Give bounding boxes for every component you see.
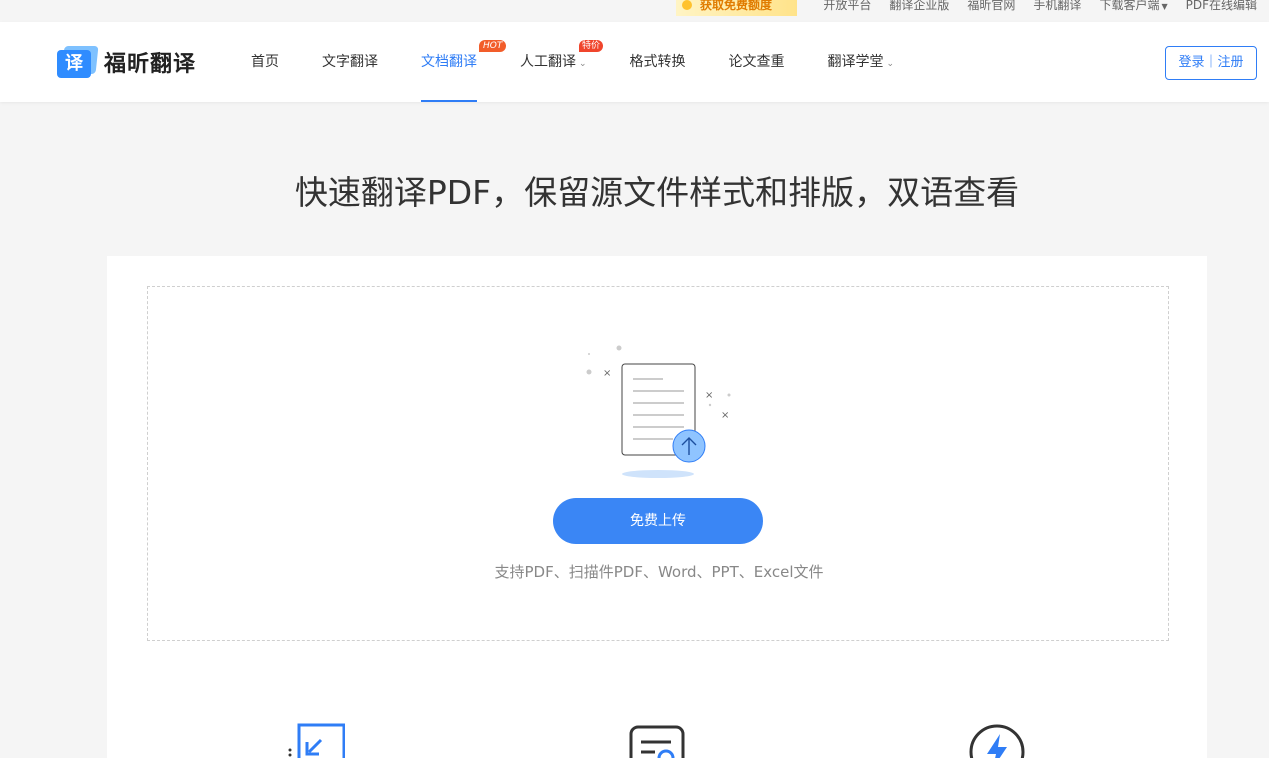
hot-badge: HOT xyxy=(479,40,507,52)
utility-links: 开放平台 翻译企业版 福昕官网 手机翻译 下载客户端 ▼ PDF在线编辑 xyxy=(823,0,1257,18)
nav-item-doc-translate[interactable]: 文档翻译 HOT xyxy=(421,22,507,102)
supported-formats-text: 支持PDF、扫描件PDF、Word、PPT、Excel文件 xyxy=(494,563,824,581)
chevron-down-icon: ⌄ xyxy=(579,59,587,69)
logo-icon: 译 xyxy=(57,46,99,78)
nav-label: 论文查重 xyxy=(728,54,785,70)
nav-label: 文字翻译 xyxy=(322,54,378,70)
svg-text:×: × xyxy=(721,410,729,421)
login-register-button[interactable]: 登录｜注册 xyxy=(1165,46,1257,80)
util-link-download[interactable]: 下载客户端 ▼ xyxy=(1099,0,1167,18)
util-link-download-label: 下载客户端 xyxy=(1099,0,1160,12)
util-link-pdf-editor[interactable]: PDF在线编辑 xyxy=(1186,0,1257,18)
svg-text:×: × xyxy=(705,390,713,401)
top-utility-bar: 获取免费额度 开放平台 翻译企业版 福昕官网 手机翻译 下载客户端 ▼ PDF在线… xyxy=(0,0,1269,22)
nav-item-plagiarism-check[interactable]: 论文查重 xyxy=(729,22,785,102)
nav-label: 翻译学堂 xyxy=(827,54,884,70)
nav-item-academy[interactable]: 翻译学堂 ⌄ xyxy=(828,22,895,102)
import-doc-icon xyxy=(288,723,345,758)
logo-icon-front: 译 xyxy=(57,50,91,78)
document-upload-icon: × × × xyxy=(586,345,731,478)
free-upload-button[interactable]: 免费上传 xyxy=(553,498,763,544)
coin-icon xyxy=(682,0,692,10)
special-price-badge: 特价 xyxy=(579,40,604,52)
logo[interactable]: 译 福昕翻译 xyxy=(57,46,196,78)
nav-label: 首页 xyxy=(251,54,279,70)
upload-panel: × × × 免费上传 支持PDF、扫描件PDF、Word、PPT、Excel文件 xyxy=(107,256,1207,758)
lightning-icon xyxy=(969,724,1025,758)
util-link-enterprise[interactable]: 翻译企业版 xyxy=(889,0,949,18)
nav-label: 人工翻译 xyxy=(520,54,576,70)
util-link-official-site[interactable]: 福昕官网 xyxy=(967,0,1015,18)
page-title: 快速翻译PDF，保留源文件样式和排版，双语查看 xyxy=(294,173,1020,212)
nav-item-home[interactable]: 首页 xyxy=(251,22,279,102)
nav-item-format-convert[interactable]: 格式转换 xyxy=(630,22,686,102)
logo-text: 福昕翻译 xyxy=(104,52,197,77)
file-dropzone[interactable]: × × × 免费上传 支持PDF、扫描件PDF、Word、PPT、Excel文件 xyxy=(147,286,1169,641)
main-header: 译 福昕翻译 首页 文字翻译 文档翻译 HOT 人工翻译 ⌄ 特价 格式转换 论文… xyxy=(0,22,1269,102)
nav-label: 格式转换 xyxy=(629,54,686,70)
nav-item-human-translate[interactable]: 人工翻译 ⌄ 特价 xyxy=(520,22,604,102)
nav-label: 文档翻译 xyxy=(421,54,477,70)
doc-search-icon xyxy=(629,725,685,758)
svg-text:×: × xyxy=(603,368,611,379)
caret-down-icon: ▼ xyxy=(1161,2,1168,11)
free-quota-promo[interactable]: 获取免费额度 xyxy=(676,0,797,16)
promo-label: 获取免费额度 xyxy=(700,0,773,12)
nav-item-text-translate[interactable]: 文字翻译 xyxy=(322,22,378,102)
util-link-mobile[interactable]: 手机翻译 xyxy=(1033,0,1081,18)
chevron-down-icon: ⌄ xyxy=(886,59,895,69)
main-nav: 首页 文字翻译 文档翻译 HOT 人工翻译 ⌄ 特价 格式转换 论文查重 翻译学堂… xyxy=(251,22,937,102)
util-link-open-platform[interactable]: 开放平台 xyxy=(823,0,871,18)
